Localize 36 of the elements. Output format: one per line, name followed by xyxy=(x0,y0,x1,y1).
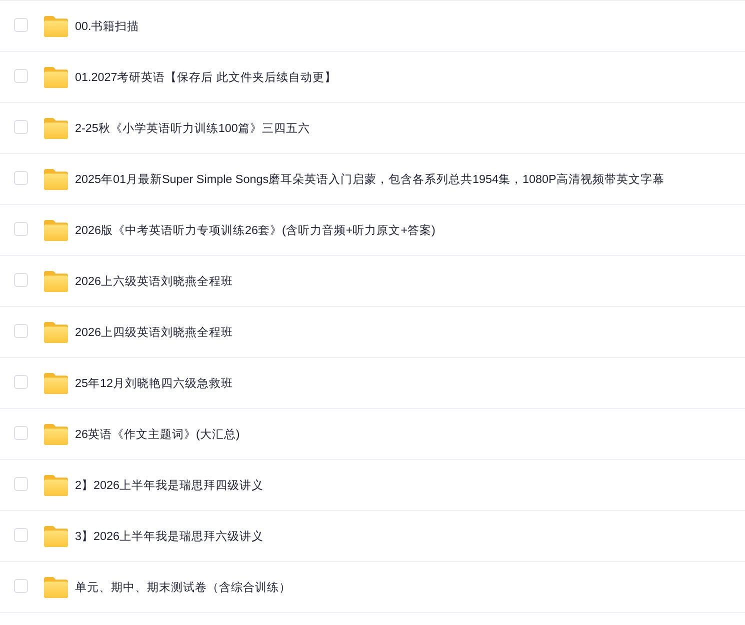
folder-name[interactable]: 25年12月刘晓艳四六级急救班 xyxy=(75,376,234,390)
checkbox[interactable] xyxy=(14,426,28,440)
checkbox[interactable] xyxy=(14,120,28,134)
folder-icon xyxy=(44,372,68,394)
folder-icon xyxy=(44,424,68,444)
checkbox[interactable] xyxy=(14,171,28,185)
checkbox[interactable] xyxy=(14,375,28,389)
folder-name[interactable]: 01.2027考研英语【保存后 此文件夹后续自动更】 xyxy=(75,70,336,84)
folder-name[interactable]: 2】2026上半年我是瑞思拜四级讲义 xyxy=(75,478,264,492)
folder-name[interactable]: 26英语《作文主题词》(大汇总) xyxy=(75,426,240,442)
folder-name[interactable]: 00.书籍扫描 xyxy=(75,18,140,34)
folder-icon xyxy=(44,168,68,190)
folder-name[interactable]: 2026上六级英语刘晓燕全程班 xyxy=(75,274,234,288)
folder-icon xyxy=(44,270,68,292)
folder-name[interactable]: 2026版《中考英语听力专项训练26套》(含听力音频+听力原文+答案) xyxy=(75,222,436,238)
folder-icon xyxy=(44,16,68,36)
folder-name[interactable]: 2025年01月最新Super Simple Songs磨耳朵英语入门启蒙，包含各系列总共1954集，1080P高清视频带英文字幕 xyxy=(75,172,664,186)
checkbox[interactable] xyxy=(14,579,28,593)
checkbox[interactable] xyxy=(14,528,28,542)
checkbox[interactable] xyxy=(14,273,28,287)
folder-icon xyxy=(44,474,68,496)
folder-icon xyxy=(44,220,68,240)
folder-icon xyxy=(44,526,68,546)
folder-name[interactable]: 3】2026上半年我是瑞思拜六级讲义 xyxy=(75,528,264,544)
folder-name[interactable]: 单元、期中、期末测试卷（含综合训练） xyxy=(75,580,291,594)
folder-name[interactable]: 2-25秋《小学英语听力训练100篇》三四五六 xyxy=(75,120,310,136)
checkbox[interactable] xyxy=(14,222,28,236)
folder-name[interactable]: 2026上四级英语刘晓燕全程班 xyxy=(75,324,234,340)
checkbox[interactable] xyxy=(14,18,28,32)
checkbox[interactable] xyxy=(14,477,28,491)
folder-icon xyxy=(44,118,68,138)
checkbox[interactable] xyxy=(14,324,28,338)
folder-icon xyxy=(44,66,68,88)
checkbox[interactable] xyxy=(14,69,28,83)
folder-icon xyxy=(44,576,68,598)
folder-icon xyxy=(44,322,68,342)
